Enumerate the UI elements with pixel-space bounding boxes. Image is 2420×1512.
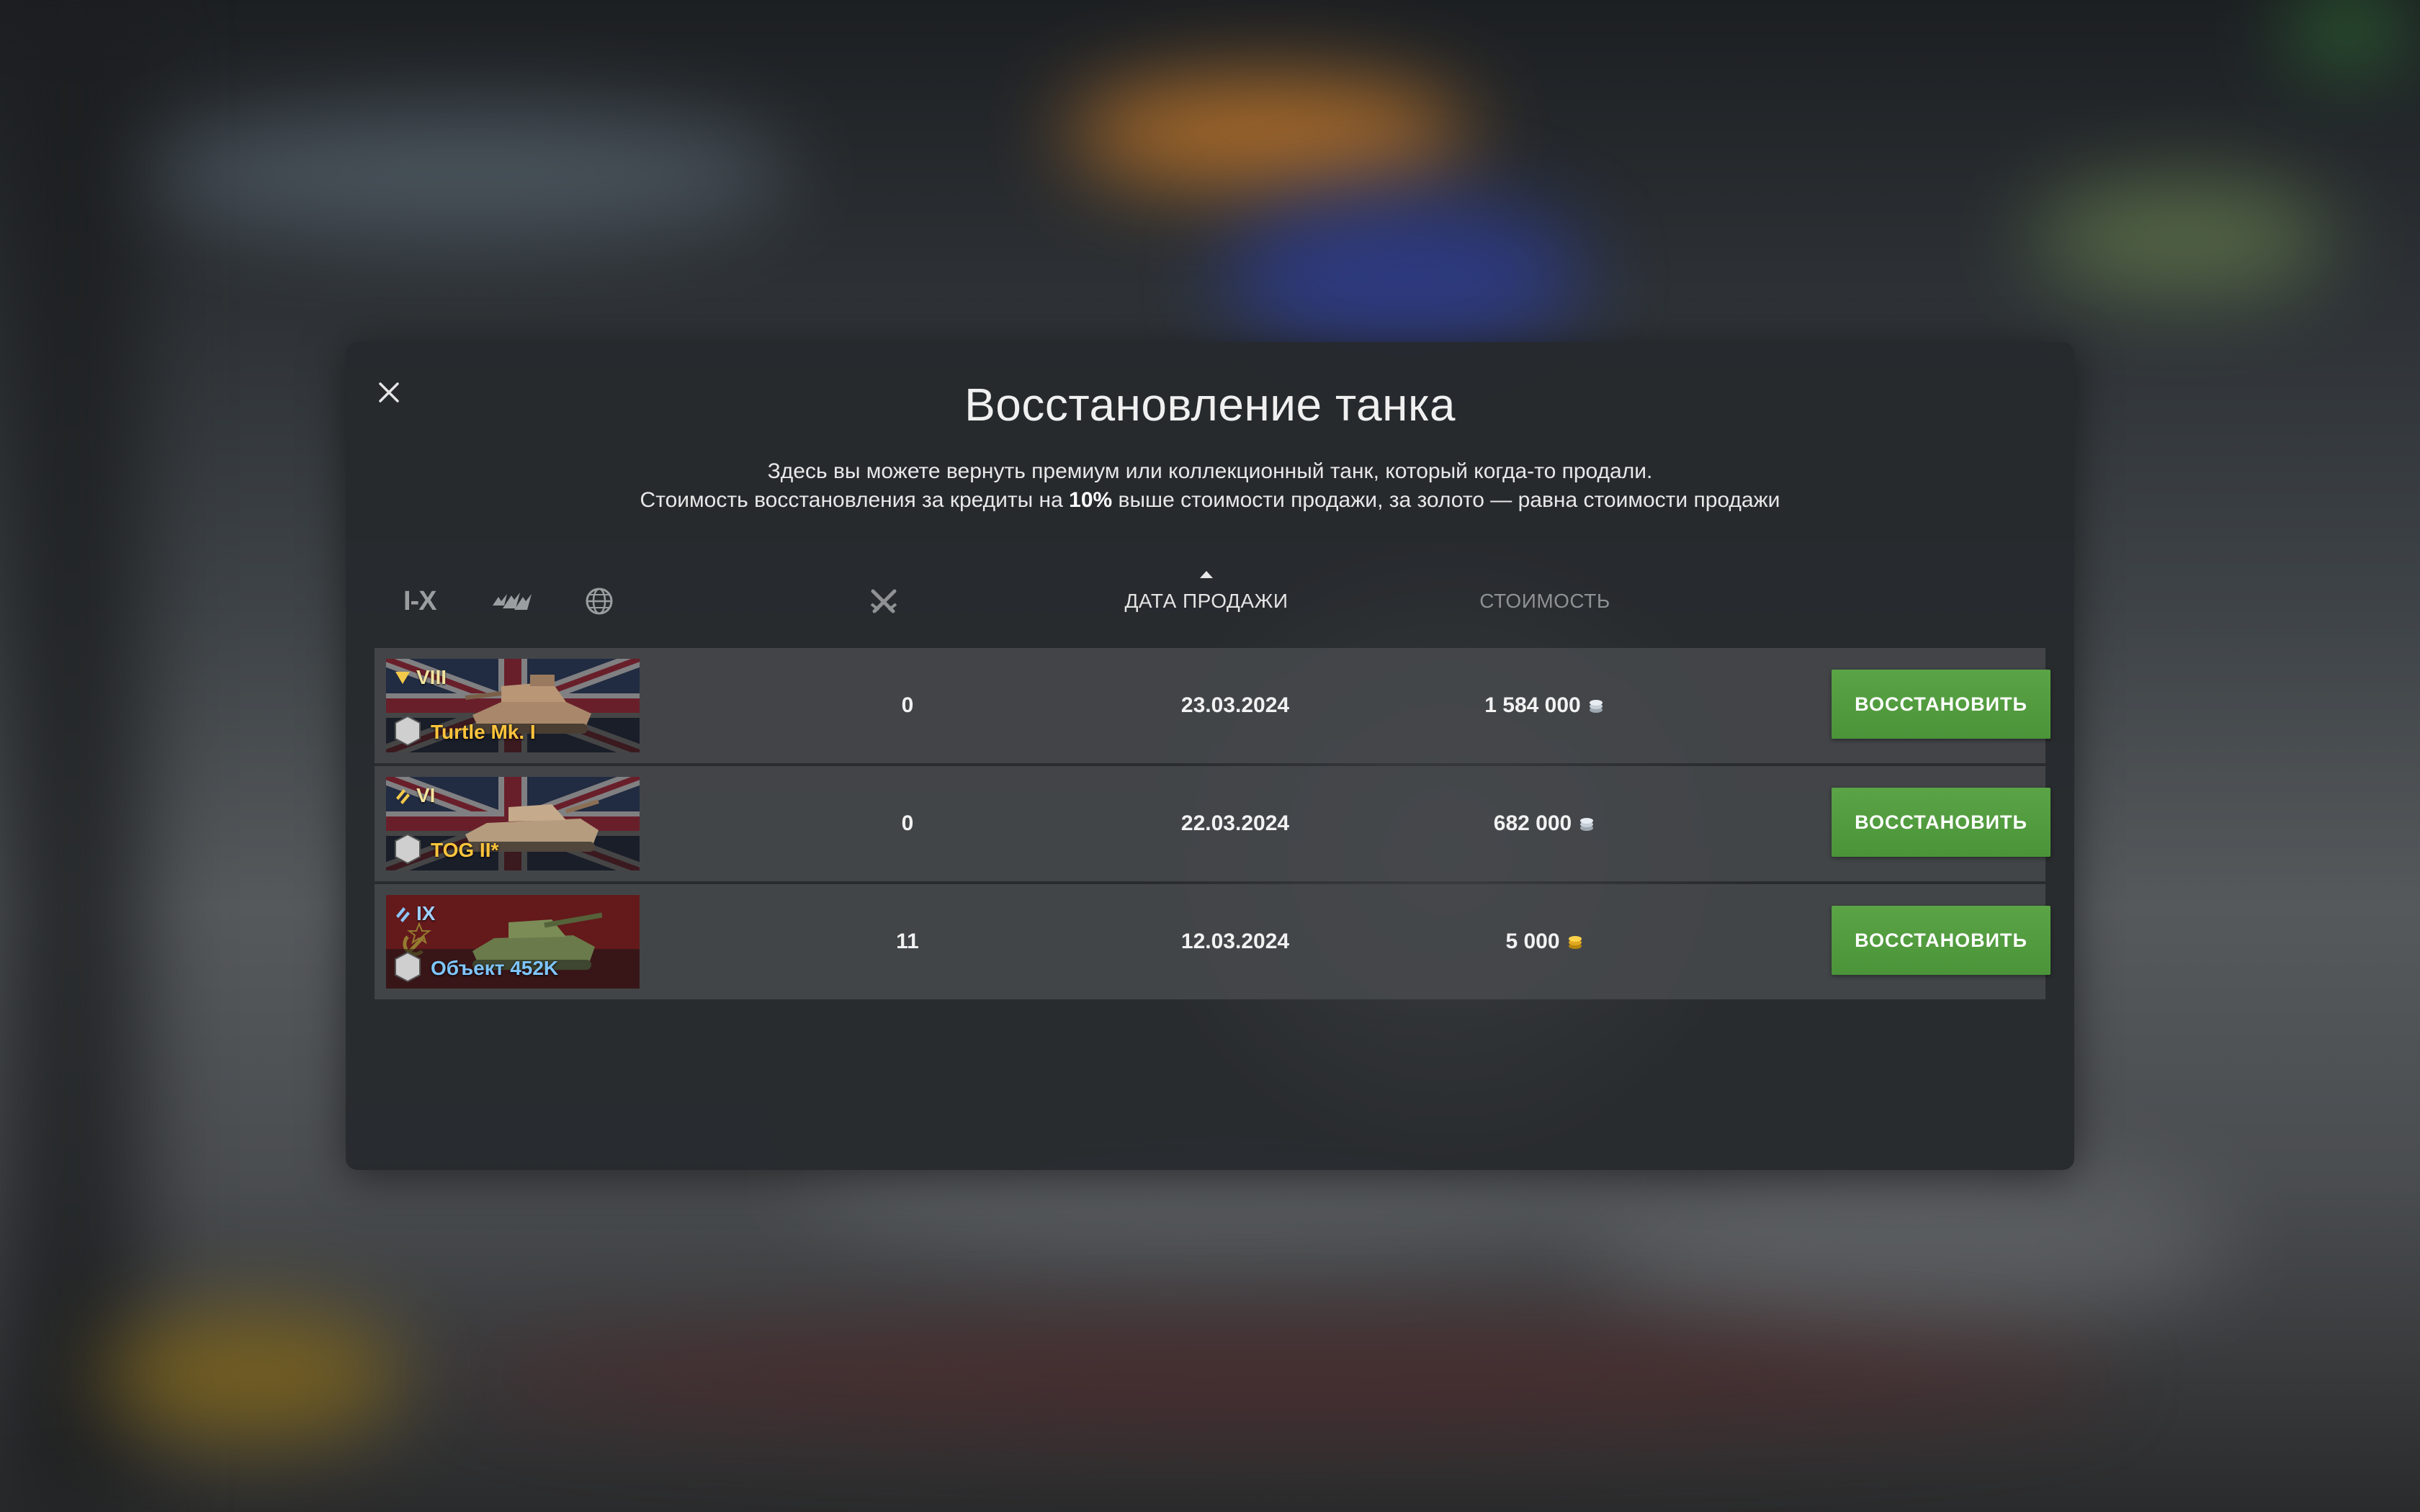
mastery-badge-icon <box>395 951 421 983</box>
table-row: VI TOG II* 0 22.03.2024 682 000 ВОССТАНО… <box>375 766 2051 881</box>
dialog-title: Восстановление танка <box>964 379 1456 431</box>
vehicle-type-icon <box>493 593 532 610</box>
mastery-badge-icon <box>395 715 421 747</box>
tank-card: VI TOG II* <box>386 777 640 870</box>
sale-date-label: ДАТА ПРОДАЖИ <box>1124 590 1289 612</box>
cost-value: 5 000 <box>1505 930 1560 953</box>
collector-tank-icon <box>396 907 410 922</box>
battles-count: 11 <box>896 930 919 953</box>
cost-value: 1 584 000 <box>1484 693 1581 717</box>
battles-column-icon[interactable] <box>867 585 900 618</box>
tier-label: VI <box>393 784 435 807</box>
restore-cost: 682 000 <box>1404 766 1685 881</box>
restore-cost: 5 000 <box>1404 884 1685 999</box>
credits-icon <box>1580 818 1594 831</box>
nation-filter[interactable] <box>583 580 615 623</box>
gold-icon <box>1568 936 1582 949</box>
battles-count: 0 <box>901 693 914 717</box>
cost-column-header[interactable]: СТОИМОСТЬ <box>1426 580 1664 623</box>
battles-count: 0 <box>901 811 914 835</box>
premium-tank-icon <box>395 672 410 684</box>
globe-icon <box>586 588 613 615</box>
description-text: выше стоимости продажи, за золото — равн… <box>1112 488 1780 512</box>
cost-value: 682 000 <box>1493 811 1572 835</box>
tier-value: VI <box>416 784 436 806</box>
tier-value: IX <box>416 902 436 924</box>
description-text: Стоимость восстановления за кредиты на <box>640 488 1070 512</box>
collector-tank-icon <box>396 789 410 804</box>
restore-button[interactable]: ВОССТАНОВИТЬ <box>1832 670 2051 739</box>
tank-card: IX Объект 452K <box>386 895 640 989</box>
description-line-1: Здесь вы можете вернуть премиум или колл… <box>767 459 1653 483</box>
restore-cost: 1 584 000 <box>1404 648 1685 763</box>
table-header: I-X ДАТА ПРОДАЖИ СТОИМОСТЬ <box>346 571 2074 623</box>
description-line-2: Стоимость восстановления за кредиты на 1… <box>346 486 2074 515</box>
restore-button[interactable]: ВОССТАНОВИТЬ <box>1832 788 2051 857</box>
tier-filter[interactable]: I-X <box>403 580 437 623</box>
tier-value: VIII <box>416 666 447 688</box>
vehicle-type-filter[interactable] <box>490 580 536 623</box>
tier-label: VIII <box>393 666 447 689</box>
tier-label: IX <box>393 902 435 925</box>
restore-button[interactable]: ВОССТАНОВИТЬ <box>1832 906 2051 975</box>
table-row: VIII Turtle Mk. I 0 23.03.2024 1 584 000… <box>375 648 2051 763</box>
tank-name: Объект 452K <box>431 957 559 979</box>
tank-name: Turtle Mk. I <box>431 721 536 743</box>
tank-name: TOG II* <box>431 839 499 861</box>
sale-date-column-header[interactable]: ДАТА ПРОДАЖИ <box>1088 571 1325 623</box>
description-percent: 10% <box>1069 488 1113 512</box>
restore-tank-dialog: Восстановление танка Здесь вы можете вер… <box>346 342 2074 1170</box>
sort-arrow-icon <box>1200 571 1213 578</box>
credits-icon <box>1589 700 1603 713</box>
tank-card: VIII Turtle Mk. I <box>386 659 640 752</box>
dialog-description: Здесь вы можете вернуть премиум или колл… <box>346 457 2074 515</box>
table-row: IX Объект 452K 11 12.03.2024 5 000 ВОССТ… <box>375 884 2051 999</box>
sale-date: 23.03.2024 <box>1180 693 1290 717</box>
mastery-badge-icon <box>395 833 421 865</box>
sale-date: 12.03.2024 <box>1180 930 1290 953</box>
sale-date: 22.03.2024 <box>1180 811 1290 835</box>
